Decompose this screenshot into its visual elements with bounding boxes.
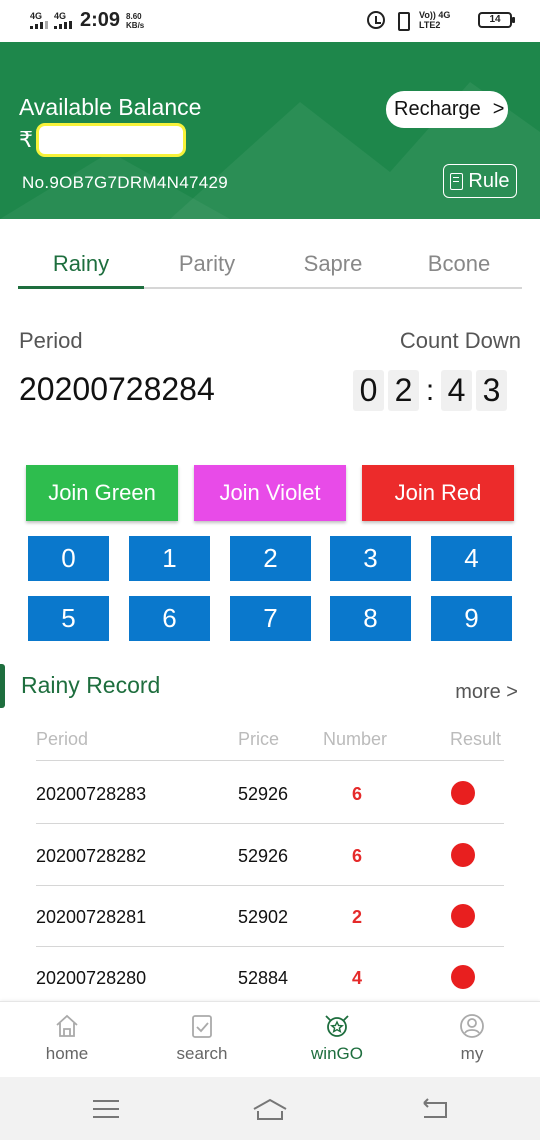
row-price: 52902 (238, 907, 289, 927)
rule-label: Rule (468, 169, 510, 192)
signal-bars-icon (54, 21, 72, 29)
clock: 2:09 (80, 9, 121, 31)
nav-home[interactable]: home (17, 1012, 117, 1064)
row-number: 4 (352, 968, 363, 988)
network-indicator: Vo)) 4G LTE2 (419, 10, 451, 30)
table-row: 20200728281 52902 2 (36, 885, 504, 947)
countdown-separator: : (425, 374, 435, 407)
status-bar: 4G 4G 2:09 8.60 KB/s Vo)) 4G LTE2 14 (0, 0, 540, 42)
trophy-star-icon (325, 1015, 349, 1037)
account-number: No.9OB7G7DRM4N47429 (22, 173, 229, 192)
clipboard-check-icon (192, 1015, 212, 1038)
result-red-dot-icon (451, 904, 475, 928)
more-link[interactable]: more > (455, 681, 518, 704)
document-icon (450, 172, 464, 190)
countdown-digit: 2 (388, 370, 419, 411)
column-header-number: Number (323, 729, 388, 749)
nav-search-label: search (176, 1044, 228, 1063)
number-button-1[interactable]: 1 (129, 536, 210, 581)
chevron-right-icon: > (492, 98, 505, 120)
recharge-label: Recharge (394, 98, 481, 120)
nav-search[interactable]: search (152, 1012, 252, 1064)
number-button-3[interactable]: 3 (330, 536, 411, 581)
join-red-button[interactable]: Join Red (362, 465, 514, 521)
row-number: 6 (352, 846, 363, 866)
signal-2: 4G (54, 12, 72, 29)
back-icon[interactable] (420, 1097, 448, 1121)
row-number: 6 (352, 784, 363, 804)
signal-1: 4G (30, 12, 48, 29)
rule-button[interactable]: Rule (443, 164, 517, 198)
column-header-period: Period (36, 729, 89, 749)
nav-my[interactable]: my (422, 1012, 522, 1064)
join-violet-button[interactable]: Join Violet (194, 465, 346, 521)
row-price: 52926 (238, 784, 289, 804)
home-icon (56, 1014, 78, 1037)
tab-parity[interactable]: Parity (144, 240, 270, 287)
row-price: 52926 (238, 846, 289, 866)
recharge-button[interactable]: Recharge > (386, 91, 508, 128)
game-tabs: Rainy Parity Sapre Bcone (18, 240, 522, 289)
record-title: Rainy Record (21, 672, 161, 698)
menu-icon[interactable] (92, 1097, 120, 1121)
home-button-icon[interactable] (252, 1097, 288, 1121)
alarm-icon (367, 11, 385, 29)
record-table-header: Period Price Number Result (36, 725, 504, 761)
result-red-dot-icon (451, 781, 475, 805)
number-button-8[interactable]: 8 (330, 596, 411, 641)
number-button-0[interactable]: 0 (28, 536, 109, 581)
column-header-price: Price (238, 729, 280, 749)
number-button-4[interactable]: 4 (431, 536, 512, 581)
battery-icon: 14 (478, 12, 515, 28)
join-green-button[interactable]: Join Green (26, 465, 178, 521)
system-navigation-bar (0, 1077, 540, 1140)
nav-home-label: home (45, 1044, 89, 1063)
bottom-navigation: home search winGO my (0, 1001, 540, 1077)
number-button-5[interactable]: 5 (28, 596, 109, 641)
status-bar-left: 4G 4G 2:09 8.60 KB/s (30, 9, 144, 32)
vibrate-icon (392, 11, 412, 31)
number-button-2[interactable]: 2 (230, 536, 311, 581)
period-label: Period (19, 328, 83, 353)
network-speed: 8.60 KB/s (126, 11, 145, 30)
tab-bcone[interactable]: Bcone (396, 240, 522, 287)
table-row: 20200728283 52926 6 (36, 762, 504, 824)
countdown-digit: 0 (353, 370, 384, 411)
user-icon (460, 1014, 484, 1038)
row-period: 20200728281 (36, 907, 147, 927)
period-value: 20200728284 (19, 371, 215, 407)
row-period: 20200728283 (36, 784, 147, 804)
column-header-result: Result (450, 729, 502, 749)
result-red-dot-icon (451, 965, 475, 989)
number-button-7[interactable]: 7 (230, 596, 311, 641)
countdown-label: Count Down (399, 328, 521, 353)
result-red-dot-icon (451, 843, 475, 867)
balance-value-redacted (36, 123, 186, 157)
table-row: 20200728282 52926 6 (36, 824, 504, 886)
row-period: 20200728282 (36, 846, 147, 866)
record-accent-bar (0, 664, 5, 708)
row-price: 52884 (238, 968, 289, 988)
countdown-digit: 4 (441, 370, 472, 411)
nav-wingo[interactable]: winGO (287, 1012, 387, 1064)
rupee-symbol: ₹ (19, 128, 33, 153)
table-row: 20200728280 52884 4 (36, 946, 504, 1008)
countdown-timer: 0 2 : 4 3 (353, 370, 507, 411)
available-balance-label: Available Balance (19, 94, 202, 120)
row-period: 20200728280 (36, 968, 147, 988)
signal-bars-icon (30, 21, 48, 29)
nav-wingo-label: winGO (311, 1044, 363, 1063)
number-button-9[interactable]: 9 (431, 596, 512, 641)
tab-rainy[interactable]: Rainy (18, 240, 144, 289)
tab-sapre[interactable]: Sapre (270, 240, 396, 287)
countdown-digit: 3 (476, 370, 507, 411)
balance-header: Available Balance ₹ No.9OB7G7DRM4N47429 … (0, 42, 540, 219)
nav-my-label: my (460, 1044, 484, 1063)
row-number: 2 (352, 907, 363, 927)
status-bar-right: Vo)) 4G LTE2 14 (367, 10, 515, 31)
number-button-6[interactable]: 6 (129, 596, 210, 641)
